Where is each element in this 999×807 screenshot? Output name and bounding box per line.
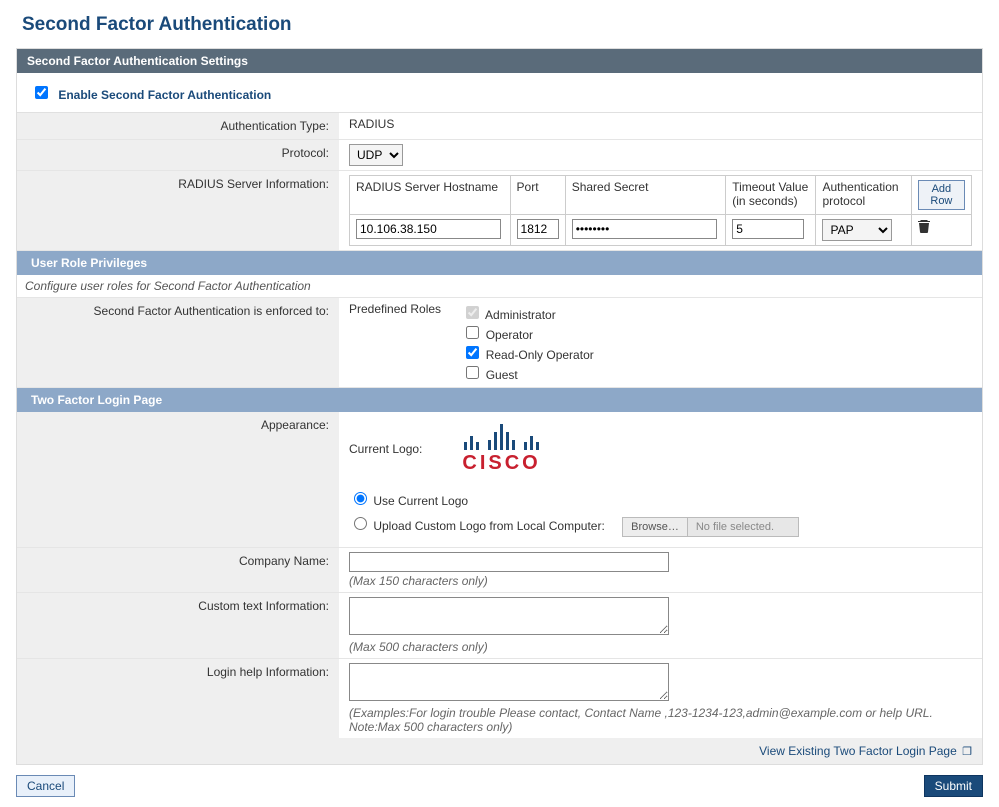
popout-icon: ❐ xyxy=(962,746,972,758)
bottom-buttons: Cancel Submit xyxy=(16,775,983,797)
add-row-button[interactable]: Add Row xyxy=(918,180,965,210)
custom-text-input[interactable] xyxy=(349,597,669,635)
user-role-header: User Role Privileges xyxy=(17,251,982,275)
footer-links: View Existing Two Factor Login Page ❐ xyxy=(17,738,982,764)
radius-port-input[interactable] xyxy=(517,219,559,239)
file-picker: Browse… No file selected. xyxy=(622,517,799,537)
current-logo-label: Current Logo: xyxy=(349,442,422,456)
browse-button[interactable]: Browse… xyxy=(623,518,688,536)
login-help-row: Login help Information: (Examples:For lo… xyxy=(17,659,982,738)
role-readonly-label: Read-Only Operator xyxy=(486,348,594,362)
role-guest-checkbox[interactable] xyxy=(466,366,479,379)
enforced-label: Second Factor Authentication is enforced… xyxy=(17,298,339,387)
auth-type-label: Authentication Type: xyxy=(17,113,339,139)
radius-info-row: RADIUS Server Information: RADIUS Server… xyxy=(17,171,982,251)
section-settings-header: Second Factor Authentication Settings xyxy=(17,49,982,73)
company-name-input[interactable] xyxy=(349,552,669,572)
login-help-hint: (Examples:For login trouble Please conta… xyxy=(349,706,972,734)
company-name-hint: (Max 150 characters only) xyxy=(349,574,972,588)
custom-text-row: Custom text Information: (Max 500 charac… xyxy=(17,593,982,659)
cancel-button[interactable]: Cancel xyxy=(16,775,75,797)
enable-sfa-label: Enable Second Factor Authentication xyxy=(58,88,271,102)
role-readonly-checkbox[interactable] xyxy=(466,346,479,359)
radius-th-secret: Shared Secret xyxy=(565,176,726,215)
login-help-label: Login help Information: xyxy=(17,659,339,738)
radius-th-port: Port xyxy=(510,176,565,215)
login-page-header: Two Factor Login Page xyxy=(17,388,982,412)
delete-row-button[interactable] xyxy=(911,215,971,246)
auth-type-value: RADIUS xyxy=(339,113,982,139)
view-existing-link[interactable]: View Existing Two Factor Login Page ❐ xyxy=(759,744,972,758)
radius-th-timeout: Timeout Value (in seconds) xyxy=(726,176,816,215)
role-operator-checkbox[interactable] xyxy=(466,326,479,339)
settings-panel: Second Factor Authentication Settings En… xyxy=(16,48,983,765)
cisco-logo-text: CISCO xyxy=(462,452,540,475)
company-name-label: Company Name: xyxy=(17,548,339,592)
appearance-row: Appearance: Current Logo: CISCO Use Curr… xyxy=(17,412,982,548)
enable-sfa-checkbox[interactable] xyxy=(35,86,48,99)
radius-secret-input[interactable] xyxy=(572,219,717,239)
radius-info-label: RADIUS Server Information: xyxy=(17,171,339,250)
company-name-row: Company Name: (Max 150 characters only) xyxy=(17,548,982,593)
radius-data-row: PAP xyxy=(350,215,972,246)
radius-authproto-select[interactable]: PAP xyxy=(822,219,892,241)
no-file-selected-text: No file selected. xyxy=(688,518,798,536)
custom-text-label: Custom text Information: xyxy=(17,593,339,658)
role-operator-label: Operator xyxy=(486,328,533,342)
radius-timeout-input[interactable] xyxy=(732,219,804,239)
radius-th-authproto: Authentication protocol xyxy=(816,176,911,215)
custom-text-hint: (Max 500 characters only) xyxy=(349,640,972,654)
radius-table: RADIUS Server Hostname Port Shared Secre… xyxy=(349,175,972,246)
auth-type-row: Authentication Type: RADIUS xyxy=(17,113,982,140)
protocol-label: Protocol: xyxy=(17,140,339,170)
enable-row: Enable Second Factor Authentication xyxy=(17,73,982,113)
roles-list: Administrator Operator Read-Only Operato… xyxy=(462,302,593,383)
predefined-roles-label: Predefined Roles xyxy=(349,302,459,316)
enforced-row: Second Factor Authentication is enforced… xyxy=(17,298,982,388)
role-administrator-label: Administrator xyxy=(485,308,556,322)
upload-logo-radio[interactable] xyxy=(354,517,367,530)
radius-th-hostname: RADIUS Server Hostname xyxy=(350,176,511,215)
user-role-desc: Configure user roles for Second Factor A… xyxy=(17,275,982,298)
use-current-logo-radio[interactable] xyxy=(354,492,367,505)
protocol-row: Protocol: UDP xyxy=(17,140,982,171)
use-current-logo-label: Use Current Logo xyxy=(373,494,468,508)
radius-hostname-input[interactable] xyxy=(356,219,501,239)
protocol-select[interactable]: UDP xyxy=(349,144,403,166)
upload-logo-label: Upload Custom Logo from Local Computer: xyxy=(373,519,604,533)
role-administrator-checkbox xyxy=(466,306,479,319)
login-help-input[interactable] xyxy=(349,663,669,701)
role-guest-label: Guest xyxy=(486,368,518,382)
submit-button[interactable]: Submit xyxy=(924,775,983,797)
cisco-logo: CISCO xyxy=(462,422,540,475)
page-title: Second Factor Authentication xyxy=(22,14,983,36)
radius-header-row: RADIUS Server Hostname Port Shared Secre… xyxy=(350,176,972,215)
appearance-label: Appearance: xyxy=(17,412,339,547)
